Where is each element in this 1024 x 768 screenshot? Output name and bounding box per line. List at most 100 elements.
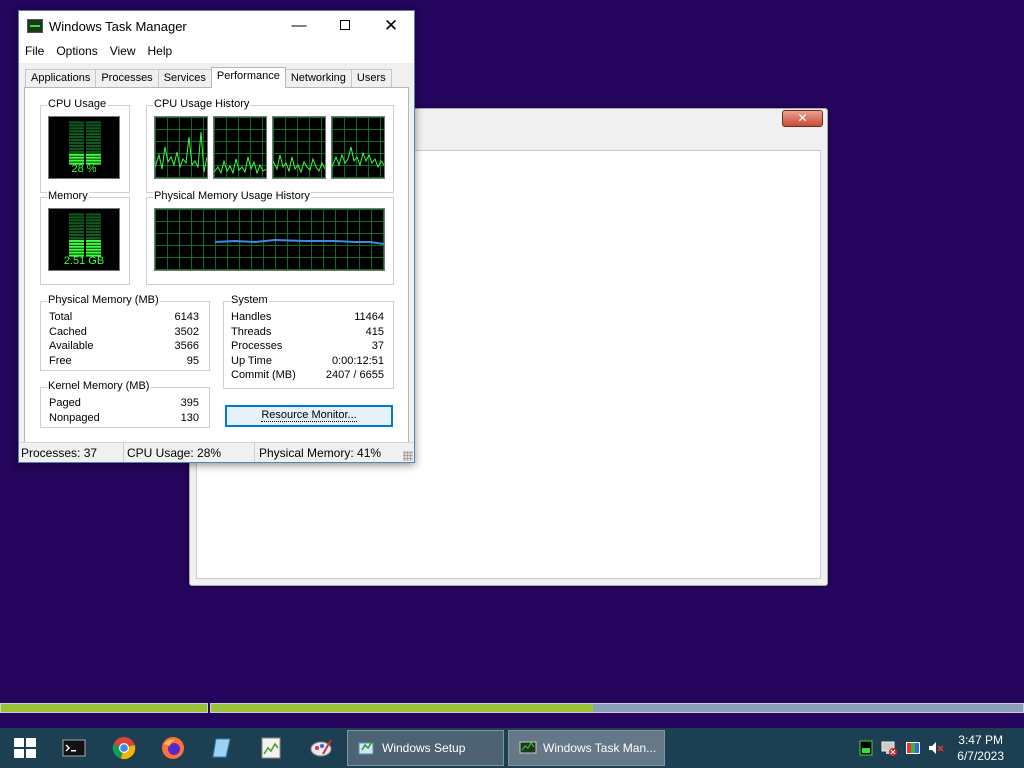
meter-segment <box>86 156 101 159</box>
stat-key: Total <box>49 311 73 323</box>
cpu-core-line-2 <box>213 156 267 175</box>
performance-pane: CPU Usage 28 % CPU Usage History Memory … <box>24 87 409 445</box>
meter-segment <box>86 225 101 228</box>
meter-segment <box>86 242 101 245</box>
chrome-icon[interactable] <box>112 736 136 760</box>
physical-memory-group: Physical Memory (MB) Total 6143 Cached 350… <box>40 294 210 371</box>
meter-segment <box>86 127 101 130</box>
clock[interactable]: 3:47 PM 6/7/2023 <box>957 732 1004 764</box>
meter-segment <box>69 124 84 127</box>
menu-view[interactable]: View <box>104 41 142 63</box>
meter-segment <box>69 141 84 145</box>
meter-segment <box>86 251 101 254</box>
tab-processes[interactable]: Processes <box>95 69 159 88</box>
cpu-usage-group: CPU Usage 28 % <box>40 98 130 193</box>
close-button[interactable]: ✕ <box>368 11 414 41</box>
tab-users[interactable]: Users <box>350 69 392 88</box>
stat-key: Processes <box>231 340 283 352</box>
meter-segment <box>69 236 84 239</box>
meter-segment <box>69 159 84 162</box>
stat-value: 3502 <box>174 325 199 338</box>
menu-bar: File Options View Help <box>19 41 414 63</box>
firefox-icon[interactable] <box>161 736 185 760</box>
clock-date: 6/7/2023 <box>957 749 1004 763</box>
stat-key: Nonpaged <box>49 411 100 424</box>
terminal-icon[interactable] <box>62 736 86 760</box>
meter-segment <box>86 159 101 162</box>
network-disconnected-icon[interactable] <box>881 740 897 756</box>
meter-segment <box>69 213 84 216</box>
memory-meter: 2.51 GB <box>48 208 120 271</box>
stat-row: Free 95 <box>49 355 199 370</box>
stat-value: 0:00:12:51 <box>332 354 384 367</box>
taskbar-button-windows-setup[interactable]: Windows Setup <box>347 730 504 766</box>
meter-segment <box>86 228 101 231</box>
stat-key: Available <box>49 340 94 352</box>
stat-value: 2407 / 6655 <box>325 369 384 381</box>
setup-close-button[interactable]: ✕ <box>782 110 823 127</box>
meter-segment <box>86 231 101 234</box>
start-icon[interactable] <box>13 736 37 760</box>
meter-segment <box>69 133 84 136</box>
meter-segment <box>86 130 101 133</box>
kernel-memory-label: Kernel Memory (MB) <box>47 380 151 392</box>
stat-row: Processes 37 <box>231 340 384 355</box>
setup-progress-step-2 <box>210 703 1024 713</box>
cpu-core-line-4 <box>331 146 385 169</box>
taskbar-button-label: Windows Setup <box>382 741 466 755</box>
taskbar-button-task-manager[interactable]: Windows Task Man... <box>508 730 665 766</box>
cpu-history-group: CPU Usage History <box>146 98 394 193</box>
notepad-icon[interactable] <box>210 736 234 760</box>
meter-segment <box>86 139 101 142</box>
resize-grip[interactable] <box>403 451 413 461</box>
meter-segment <box>69 127 84 130</box>
stat-row: Handles 11464 <box>231 311 384 326</box>
system-label: System <box>230 294 269 306</box>
menu-help[interactable]: Help <box>142 41 179 63</box>
meter-segment <box>69 136 84 139</box>
kernel-memory-group: Kernel Memory (MB) Paged 395 Nonpaged 130 <box>40 380 210 428</box>
cpu-meter-tray-icon[interactable] <box>858 740 874 756</box>
task-manager-window: Windows Task Manager — ✕ File Options Vi… <box>18 10 415 463</box>
tab-services[interactable]: Services <box>157 69 212 88</box>
tab-performance[interactable]: Performance <box>210 67 286 88</box>
memory-group: Memory 2.51 GB <box>40 190 130 285</box>
tab-applications[interactable]: Applications <box>25 69 97 88</box>
memory-history-label: Physical Memory Usage History <box>153 190 311 202</box>
meter-segment <box>86 141 101 145</box>
stat-value: 3566 <box>174 340 199 352</box>
taskbar: Windows Setup Windows Task Man... 3:47 P… <box>0 728 1024 768</box>
tab-networking[interactable]: Networking <box>284 69 352 88</box>
title-bar[interactable]: Windows Task Manager — ✕ <box>19 11 414 41</box>
meter-segment <box>86 133 101 136</box>
color-management-icon[interactable] <box>905 740 921 756</box>
meter-segment <box>69 242 84 245</box>
cpu-core-graph-4 <box>331 116 385 179</box>
status-cpu: CPU Usage: 28% <box>124 443 255 462</box>
tab-strip: Applications Processes Services Performa… <box>25 67 392 88</box>
physical-memory-stats: Total 6143 Cached 3502 Available 3566 Free 9… <box>49 311 199 369</box>
chart-icon[interactable] <box>259 736 283 760</box>
minimize-button[interactable]: — <box>276 11 322 41</box>
window-title: Windows Task Manager <box>49 18 187 34</box>
paint-icon[interactable] <box>309 736 333 760</box>
cpu-usage-reading: 28 % <box>71 163 97 175</box>
volume-muted-icon[interactable] <box>928 740 944 756</box>
meter-segment <box>69 150 84 153</box>
meter-segment <box>69 233 84 237</box>
menu-file[interactable]: File <box>19 41 50 63</box>
meter-segment <box>86 153 101 156</box>
maximize-button[interactable] <box>322 11 368 41</box>
stat-row: Paged 395 <box>49 397 199 412</box>
stat-row: Cached 3502 <box>49 326 199 341</box>
meter-segment <box>69 144 84 147</box>
resource-monitor-button[interactable]: Resource Monitor... <box>225 405 393 427</box>
meter-segment <box>69 121 84 124</box>
stat-row: Threads 415 <box>231 326 384 341</box>
memory-reading: 2.51 GB <box>63 255 105 267</box>
meter-segment <box>69 219 84 222</box>
stat-row: Nonpaged 130 <box>49 412 199 427</box>
menu-options[interactable]: Options <box>50 41 103 63</box>
meter-segment <box>69 222 84 225</box>
resource-monitor-label: Resource Monitor... <box>261 409 357 422</box>
